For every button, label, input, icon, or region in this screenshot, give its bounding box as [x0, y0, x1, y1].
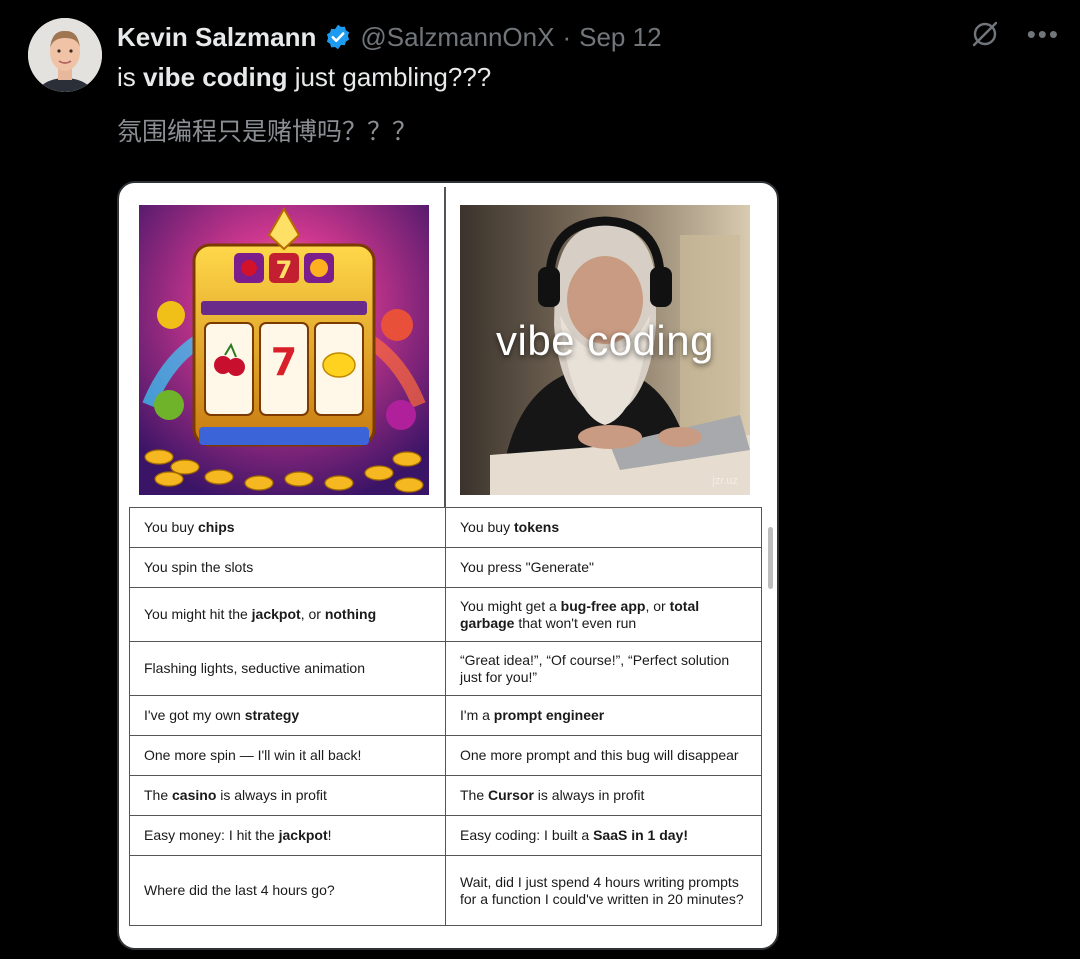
cell-text: Easy money: I hit the	[144, 827, 279, 843]
vibe-coding-caption: vibe coding	[496, 317, 714, 364]
gambling-cell: One more spin — I'll win it all back!	[129, 735, 446, 776]
cell-text: that won't even run	[514, 614, 637, 631]
table-row: Where did the last 4 hours go? Wait, did …	[129, 855, 762, 926]
vibe-coding-cell-text: One more prompt and this bug will disapp…	[445, 735, 762, 776]
tweet-header: Kevin Salzmann @SalzmannOnX · Sep 12	[117, 20, 662, 54]
cell-text: You spin the slots	[144, 559, 254, 575]
author-name[interactable]: Kevin Salzmann	[117, 22, 316, 53]
separator-dot: ·	[562, 21, 572, 52]
gambling-cell: Easy money: I hit the jackpot!	[129, 815, 446, 856]
cell-text: You buy	[460, 519, 514, 535]
table-row: Easy money: I hit the jackpot! Easy codin…	[129, 815, 762, 856]
gambling-cell: Flashing lights, seductive animation	[129, 641, 446, 696]
table-row: One more spin — I'll win it all back! One…	[129, 735, 762, 776]
vibe-coding-cell-text: “Great idea!”, “Of course!”, “Perfect so…	[445, 641, 762, 696]
tweet-text: is vibe coding just gambling???	[117, 62, 1017, 92]
cell-text: I've got my own	[144, 707, 245, 723]
image-watermark: jzr.uz	[712, 475, 738, 487]
cell-text: The	[144, 787, 173, 803]
cell-text: jackpot	[278, 827, 328, 843]
tweet-text-part: is	[117, 62, 143, 92]
cell-text: I'm a	[460, 707, 494, 723]
cell-text: strategy	[244, 707, 300, 723]
table-row: You might hit the jackpot, or nothing You…	[129, 587, 762, 642]
cell-text: You might get a	[460, 597, 561, 614]
table-row: You spin the slots You press "Generate"	[129, 547, 762, 588]
gambling-cell: You spin the slots	[129, 547, 446, 588]
vibe-coding-cell-text: You press "Generate"	[445, 547, 762, 588]
tweet-actions: •••	[969, 18, 1060, 50]
cell-text: You press "Generate"	[460, 559, 594, 575]
table-row: I've got my own strategy I'm a prompt eng…	[129, 695, 762, 736]
cell-text: is always in profit	[533, 787, 645, 803]
grok-icon[interactable]	[969, 18, 1001, 50]
slot-machine-image: 7 7	[139, 205, 429, 495]
slot-machine-cell: 7 7	[129, 187, 444, 507]
cell-text: Where did the last 4 hours go?	[144, 882, 335, 898]
vibe-coding-image: vibe coding jzr.uz	[460, 205, 750, 495]
cell-text: Cursor	[488, 787, 534, 803]
cell-text: You might hit the	[144, 606, 252, 622]
vibe-coding-cell-text: I'm a prompt engineer	[445, 695, 762, 736]
gambling-cell: I've got my own strategy	[129, 695, 446, 736]
verified-badge-icon	[324, 23, 352, 51]
vibe-coding-cell-text: Wait, did I just spend 4 hours writing p…	[445, 855, 762, 926]
gambling-cell: The casino is always in profit	[129, 775, 446, 816]
svg-text:7: 7	[271, 340, 297, 384]
table-row: The casino is always in profit The Cursor…	[129, 775, 762, 816]
cell-text: tokens	[513, 519, 560, 535]
cell-text: One more spin — I'll win it all back!	[144, 747, 362, 763]
comparison-table: You buy chips You buy tokens You spin the …	[129, 507, 762, 926]
cell-text: Flashing lights, seductive animation	[144, 660, 366, 676]
cell-text: bug-free app	[560, 597, 646, 614]
table-row: You buy chips You buy tokens	[129, 507, 762, 548]
cell-text: Easy coding: I built a	[460, 827, 594, 843]
vibe-coding-cell-text: The Cursor is always in profit	[445, 775, 762, 816]
tweet-text-part: just gambling???	[287, 62, 492, 92]
tweet-date[interactable]: Sep 12	[579, 22, 661, 53]
cell-text: The	[460, 787, 489, 803]
tweet-media[interactable]: 7 7 vibe coding jzr.uz You buy chips You…	[117, 181, 779, 950]
image-row: 7 7 vibe coding jzr.uz	[129, 187, 761, 508]
cell-text: One more prompt and this bug will disapp…	[460, 747, 739, 763]
avatar[interactable]	[28, 18, 102, 92]
cell-text: chips	[197, 519, 235, 535]
cell-text: prompt engineer	[493, 707, 605, 723]
tweet-translation: 氛围编程只是赌博吗？？？	[117, 117, 418, 146]
author-handle[interactable]: @SalzmannOnX	[360, 22, 554, 53]
vibe-coding-cell-text: You might get a bug-free app, or total g…	[445, 587, 762, 642]
more-icon[interactable]: •••	[1027, 18, 1060, 50]
cell-text: casino	[172, 787, 217, 803]
gambling-cell: You might hit the jackpot, or nothing	[129, 587, 446, 642]
vibe-coding-cell-text: Easy coding: I built a SaaS in 1 day!	[445, 815, 762, 856]
vibe-coding-cell-text: You buy tokens	[445, 507, 762, 548]
cell-text: !	[327, 827, 332, 843]
cell-text: “Great idea!”, “Of course!”, “Perfect so…	[460, 651, 730, 685]
cell-text: , or	[645, 597, 670, 614]
cell-text: , or	[300, 606, 325, 622]
gambling-cell: You buy chips	[129, 507, 446, 548]
cell-text: You buy	[144, 519, 198, 535]
cell-text: jackpot	[251, 606, 301, 622]
table-row: Flashing lights, seductive animation “Gre…	[129, 641, 762, 696]
cell-text: SaaS in 1 day!	[593, 827, 689, 843]
gambling-cell: Where did the last 4 hours go?	[129, 855, 446, 926]
tweet-text-part: vibe coding	[143, 62, 288, 92]
svg-text:7: 7	[276, 256, 293, 284]
scrollbar[interactable]	[768, 527, 773, 589]
cell-text: Wait, did I just spend 4 hours writing p…	[460, 873, 744, 907]
cell-text: is always in profit	[216, 787, 327, 803]
cell-text: nothing	[324, 606, 377, 622]
vibe-coding-cell: vibe coding jzr.uz	[444, 187, 761, 507]
